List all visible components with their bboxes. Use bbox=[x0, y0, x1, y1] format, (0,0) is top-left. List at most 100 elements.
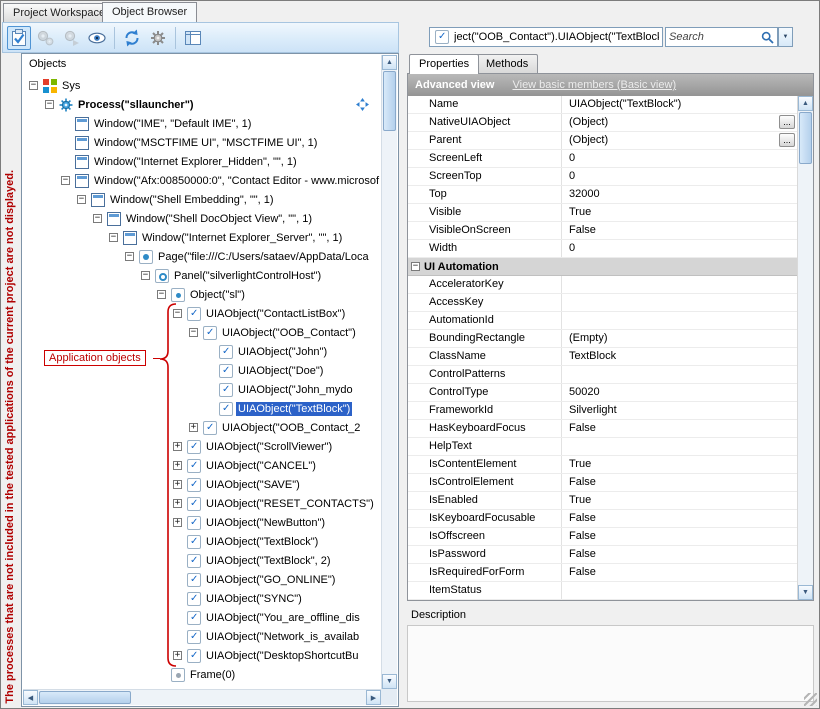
tree-item-label[interactable]: UIAObject("TextBlock") bbox=[236, 402, 352, 416]
property-row[interactable]: HasKeyboardFocusFalse bbox=[408, 420, 797, 438]
property-value[interactable]: 0 bbox=[562, 240, 797, 257]
tree-item[interactable]: − Window("Shell Embedding", "", 1) bbox=[23, 190, 381, 209]
property-row[interactable]: ScreenTop0 bbox=[408, 168, 797, 186]
tree-item-label[interactable]: Sys bbox=[60, 79, 82, 93]
tree-item-label[interactable]: UIAObject("ContactListBox") bbox=[204, 307, 347, 321]
property-value[interactable]: False bbox=[562, 420, 797, 437]
tree-item-label[interactable]: UIAObject("Doe") bbox=[236, 364, 325, 378]
property-row[interactable]: ControlPatterns bbox=[408, 366, 797, 384]
property-value[interactable]: 50020 bbox=[562, 384, 797, 401]
tree-item[interactable]: +UIAObject("NewButton") bbox=[23, 513, 381, 532]
view-layout-icon[interactable] bbox=[181, 26, 205, 50]
settings-gear-icon[interactable] bbox=[146, 26, 170, 50]
property-row[interactable]: ScreenLeft0 bbox=[408, 150, 797, 168]
property-row[interactable]: FrameworkIdSilverlight bbox=[408, 402, 797, 420]
scrollbar-thumb[interactable] bbox=[39, 691, 131, 704]
tree-item[interactable]: +UIAObject("ScrollViewer") bbox=[23, 437, 381, 456]
collapse-toggle-icon[interactable]: − bbox=[411, 262, 420, 271]
tree-item-label[interactable]: Window("Shell Embedding", "", 1) bbox=[108, 193, 276, 207]
property-value[interactable]: True bbox=[562, 492, 797, 509]
tree-item[interactable]: +UIAObject("CANCEL") bbox=[23, 456, 381, 475]
tree-item-label[interactable]: Window("IME", "Default IME", 1) bbox=[92, 117, 253, 131]
expand-toggle-icon[interactable]: + bbox=[173, 651, 182, 660]
tree-item[interactable]: UIAObject("Network_is_availab bbox=[23, 627, 381, 646]
property-value[interactable] bbox=[562, 276, 797, 293]
property-group-header[interactable]: −UI Automation bbox=[408, 258, 797, 276]
property-row[interactable]: ControlType50020 bbox=[408, 384, 797, 402]
property-value[interactable] bbox=[562, 312, 797, 329]
property-value[interactable]: (Object)... bbox=[562, 114, 797, 131]
collapse-toggle-icon[interactable]: − bbox=[77, 195, 86, 204]
property-value[interactable]: (Empty) bbox=[562, 330, 797, 347]
property-value[interactable]: False bbox=[562, 222, 797, 239]
search-dropdown-button[interactable]: ▼ bbox=[778, 27, 793, 47]
highlight-eye-icon[interactable] bbox=[85, 26, 109, 50]
property-row[interactable]: IsRequiredForFormFalse bbox=[408, 564, 797, 582]
scroll-right-button[interactable]: ▶ bbox=[366, 690, 381, 705]
property-row[interactable]: NameUIAObject("TextBlock") bbox=[408, 96, 797, 114]
collapse-toggle-icon[interactable]: − bbox=[125, 252, 134, 261]
property-value[interactable]: False bbox=[562, 510, 797, 527]
property-row[interactable]: IsOffscreenFalse bbox=[408, 528, 797, 546]
scroll-down-button[interactable]: ▼ bbox=[382, 674, 397, 689]
expand-toggle-icon[interactable]: + bbox=[173, 518, 182, 527]
tree-item-label[interactable]: Frame(0) bbox=[188, 668, 237, 682]
property-row[interactable]: IsContentElementTrue bbox=[408, 456, 797, 474]
tree-item-label[interactable]: Process("sllauncher") bbox=[76, 98, 196, 112]
expand-toggle-icon[interactable]: + bbox=[173, 480, 182, 489]
collapse-toggle-icon[interactable]: − bbox=[29, 81, 38, 90]
property-row[interactable]: Parent(Object)... bbox=[408, 132, 797, 150]
tree-item-label[interactable]: UIAObject("TextBlock", 2) bbox=[204, 554, 333, 568]
collapse-toggle-icon[interactable]: − bbox=[109, 233, 118, 242]
collapse-toggle-icon[interactable]: − bbox=[173, 309, 182, 318]
property-value[interactable]: False bbox=[562, 474, 797, 491]
tab-methods[interactable]: Methods bbox=[476, 54, 538, 73]
property-row[interactable]: VisibleTrue bbox=[408, 204, 797, 222]
collapse-toggle-icon[interactable]: − bbox=[45, 100, 54, 109]
property-row[interactable]: AcceleratorKey bbox=[408, 276, 797, 294]
expand-toggle-icon[interactable]: + bbox=[173, 461, 182, 470]
tree-item[interactable]: − Page("file:///C:/Users/sataev/AppData/L… bbox=[23, 247, 381, 266]
property-row[interactable]: Top32000 bbox=[408, 186, 797, 204]
property-row[interactable]: ClassNameTextBlock bbox=[408, 348, 797, 366]
scroll-up-button[interactable]: ▲ bbox=[382, 55, 397, 70]
tree-item[interactable]: − UIAObject("OOB_Contact") bbox=[23, 323, 381, 342]
refresh-icon[interactable] bbox=[120, 26, 144, 50]
tree-item-label[interactable]: UIAObject("John_mydo bbox=[236, 383, 355, 397]
tree-item-label[interactable]: Panel("silverlightControlHost") bbox=[172, 269, 323, 283]
tree-item-label[interactable]: UIAObject("OOB_Contact") bbox=[220, 326, 358, 340]
property-value[interactable]: 32000 bbox=[562, 186, 797, 203]
property-value[interactable]: False bbox=[562, 546, 797, 563]
expand-toggle-icon[interactable]: + bbox=[173, 499, 182, 508]
collapse-toggle-icon[interactable]: − bbox=[189, 328, 198, 337]
property-value[interactable]: True bbox=[562, 456, 797, 473]
tree-item[interactable]: UIAObject("GO_ONLINE") bbox=[23, 570, 381, 589]
grid-vertical-scrollbar[interactable]: ▲ ▼ bbox=[797, 96, 813, 600]
tree-item[interactable]: Window("MSCTFIME UI", "MSCTFIME UI", 1) bbox=[23, 133, 381, 152]
tree-item-label[interactable]: UIAObject("Network_is_availab bbox=[204, 630, 361, 644]
tree-item[interactable]: − UIAObject("ContactListBox") bbox=[23, 304, 381, 323]
tree-item[interactable]: UIAObject("John_mydo bbox=[23, 380, 381, 399]
object-checkpoint-icon[interactable] bbox=[7, 26, 31, 50]
property-value[interactable]: 0 bbox=[562, 168, 797, 185]
property-row[interactable]: HelpText bbox=[408, 438, 797, 456]
property-row[interactable]: IsEnabledTrue bbox=[408, 492, 797, 510]
expand-toggle-icon[interactable]: + bbox=[173, 442, 182, 451]
property-row[interactable]: IsPasswordFalse bbox=[408, 546, 797, 564]
collapse-toggle-icon[interactable]: − bbox=[157, 290, 166, 299]
scrollbar-thumb[interactable] bbox=[799, 112, 812, 164]
tree-item[interactable]: UIAObject("SYNC") bbox=[23, 589, 381, 608]
tab-project-workspace[interactable]: Project Workspace bbox=[3, 3, 115, 22]
property-row[interactable]: NativeUIAObject(Object)... bbox=[408, 114, 797, 132]
resize-grip[interactable] bbox=[804, 693, 817, 706]
tree-item[interactable]: − Process("sllauncher") bbox=[23, 95, 381, 114]
tree-item-label[interactable]: Page("file:///C:/Users/sataev/AppData/Lo… bbox=[156, 250, 371, 264]
expand-toggle-icon[interactable]: + bbox=[189, 423, 198, 432]
collapse-toggle-icon[interactable]: − bbox=[93, 214, 102, 223]
tree-item-label[interactable]: Window("Shell DocObject View", "", 1) bbox=[124, 212, 314, 226]
scroll-up-button[interactable]: ▲ bbox=[798, 96, 813, 111]
property-value[interactable]: Silverlight bbox=[562, 402, 797, 419]
property-value[interactable]: (Object)... bbox=[562, 132, 797, 149]
scroll-left-button[interactable]: ◀ bbox=[23, 690, 38, 705]
collapse-toggle-icon[interactable]: − bbox=[61, 176, 70, 185]
